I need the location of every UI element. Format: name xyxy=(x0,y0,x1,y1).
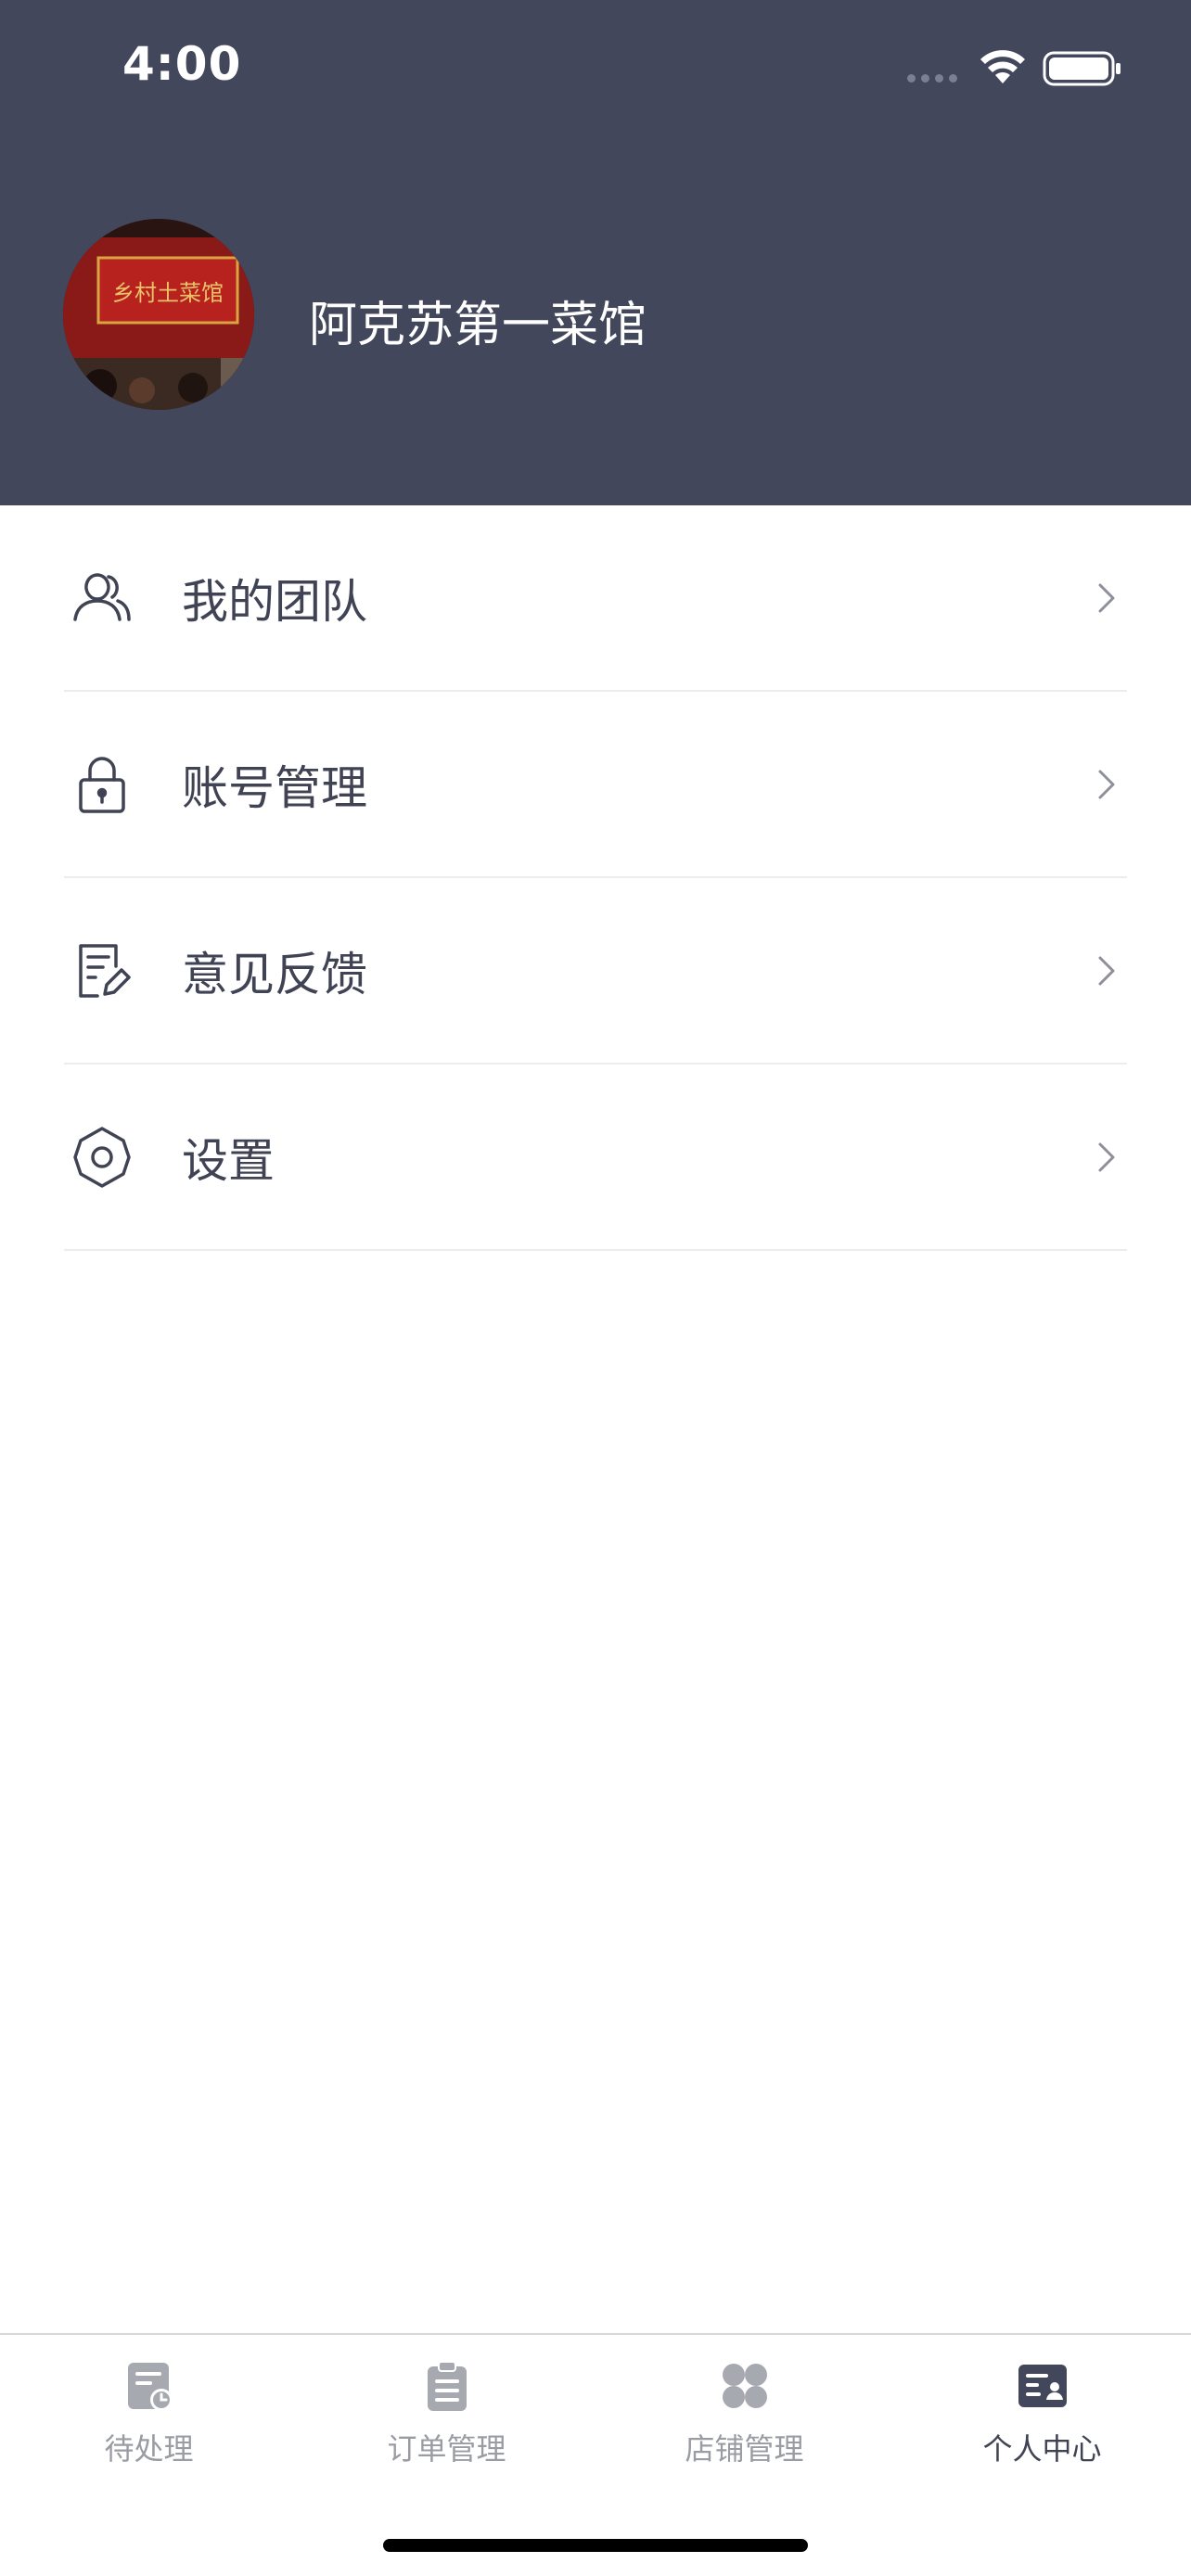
menu-list: 我的团队 账号管理 意见反馈 设置 xyxy=(0,505,1191,1251)
battery-icon xyxy=(1043,51,1121,86)
wifi-icon xyxy=(980,50,1025,83)
tab-profile[interactable]: 个人中心 xyxy=(893,2359,1191,2489)
orders-icon xyxy=(427,2361,467,2411)
status-time: 4:00 xyxy=(122,37,242,91)
lock-icon xyxy=(79,756,125,813)
menu-item-label: 我的团队 xyxy=(182,574,367,629)
tab-label: 订单管理 xyxy=(387,2431,506,2467)
chevron-right-icon xyxy=(1098,770,1115,798)
team-icon xyxy=(73,572,131,621)
store-icon xyxy=(722,2364,767,2408)
profile-card-icon xyxy=(1018,2365,1067,2407)
pending-icon xyxy=(127,2363,173,2411)
tab-store[interactable]: 店铺管理 xyxy=(596,2359,893,2489)
feedback-icon xyxy=(79,943,131,998)
home-indicator[interactable] xyxy=(383,2539,808,2552)
shop-photo: 乡村土菜馆 xyxy=(63,219,254,410)
chevron-right-icon xyxy=(1098,956,1115,985)
avatar[interactable]: 乡村土菜馆 xyxy=(63,219,254,410)
profile-header: 4:00 乡村土菜馆 阿克苏第一菜馆 xyxy=(0,0,1191,505)
menu-item-account-management[interactable]: 账号管理 xyxy=(64,692,1127,878)
tab-orders[interactable]: 订单管理 xyxy=(298,2359,596,2489)
tab-pending[interactable]: 待处理 xyxy=(0,2359,298,2489)
tab-label: 待处理 xyxy=(104,2431,194,2467)
menu-item-feedback[interactable]: 意见反馈 xyxy=(64,878,1127,1065)
chevron-right-icon xyxy=(1098,583,1115,612)
chevron-right-icon xyxy=(1098,1142,1115,1171)
menu-item-my-team[interactable]: 我的团队 xyxy=(64,505,1127,692)
avatar-sign-text: 乡村土菜馆 xyxy=(112,280,224,306)
menu-item-label: 意见反馈 xyxy=(182,947,367,1001)
menu-item-label: 账号管理 xyxy=(182,760,367,815)
menu-item-label: 设置 xyxy=(182,1133,275,1188)
cellular-signal-icon xyxy=(907,74,957,83)
shop-name: 阿克苏第一菜馆 xyxy=(309,298,647,353)
gear-icon xyxy=(73,1126,131,1188)
tab-label: 店铺管理 xyxy=(685,2431,804,2467)
tab-label: 个人中心 xyxy=(982,2431,1102,2467)
menu-item-settings[interactable]: 设置 xyxy=(64,1065,1127,1251)
